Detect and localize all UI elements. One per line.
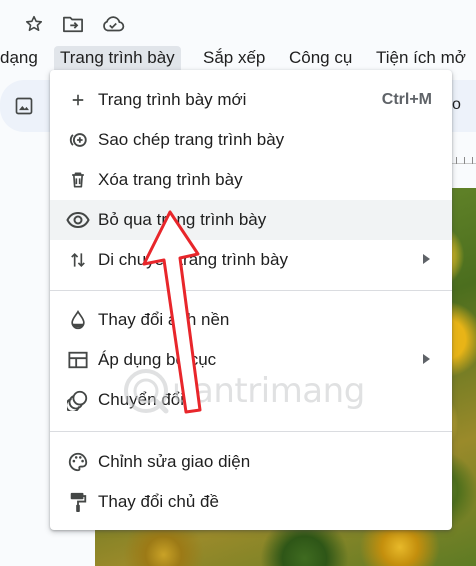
menu-divider [50,290,452,291]
menu-extensions[interactable]: Tiện ích mở [370,46,472,72]
menu-item-transition[interactable]: Chuyển đổi [50,380,452,420]
submenu-arrow-icon [423,354,430,364]
transition-icon [66,388,90,412]
move-arrows-icon [66,248,90,272]
drop-icon [66,308,90,332]
move-to-folder-icon[interactable] [61,12,85,36]
menu-arrange[interactable]: Sắp xếp [197,46,271,72]
top-icon-bar [0,0,476,44]
paint-roller-icon [66,490,90,514]
menu-item-label: Trang trình bày mới [98,90,247,109]
menu-item-skip-slide[interactable]: Bỏ qua trang trình bày [50,200,452,240]
toolbar-overflow-text: o [452,96,461,113]
menu-item-duplicate-slide[interactable]: Sao chép trang trình bày [50,120,452,160]
menu-item-label: Chỉnh sửa giao diện [98,452,251,471]
menu-item-edit-theme[interactable]: Chỉnh sửa giao diện [50,442,452,482]
layout-icon [66,348,90,372]
menu-item-change-theme[interactable]: Thay đổi chủ đề [50,482,452,522]
menu-bar: dạng Trang trình bày Sắp xếp Công cụ Tiệ… [0,44,476,72]
menu-item-delete-slide[interactable]: Xóa trang trình bày [50,160,452,200]
red-arrow-annotation [142,210,202,414]
eye-icon [66,208,90,232]
ruler [452,150,476,164]
menu-item-label: Sao chép trang trình bày [98,130,285,149]
menu-item-label: Thay đổi chủ đề [98,492,219,511]
menu-slide[interactable]: Trang trình bày [54,46,181,72]
menu-item-change-background[interactable]: Thay đổi ảnh nền [50,300,452,340]
trash-icon [66,168,90,192]
menu-item-apply-layout[interactable]: Áp dụng bố cục [50,340,452,380]
menu-tools[interactable]: Công cụ [283,46,358,72]
plus-icon [66,88,90,112]
image-icon[interactable] [14,96,34,121]
cloud-status-icon[interactable] [101,12,125,36]
menu-item-label: Xóa trang trình bày [98,170,243,189]
menu-item-new-slide[interactable]: Trang trình bày mới Ctrl+M [50,80,452,120]
duplicate-icon [66,128,90,152]
star-icon[interactable] [22,12,46,36]
menu-format[interactable]: dạng [0,46,44,72]
menu-divider [50,431,452,432]
shortcut-text: Ctrl+M [381,91,432,108]
menu-item-move-slide[interactable]: Di chuyển trang trình bày [50,240,452,280]
palette-icon [66,450,90,474]
submenu-arrow-icon [423,254,430,264]
slide-menu-dropdown: Trang trình bày mới Ctrl+M Sao chép tran… [50,70,452,530]
